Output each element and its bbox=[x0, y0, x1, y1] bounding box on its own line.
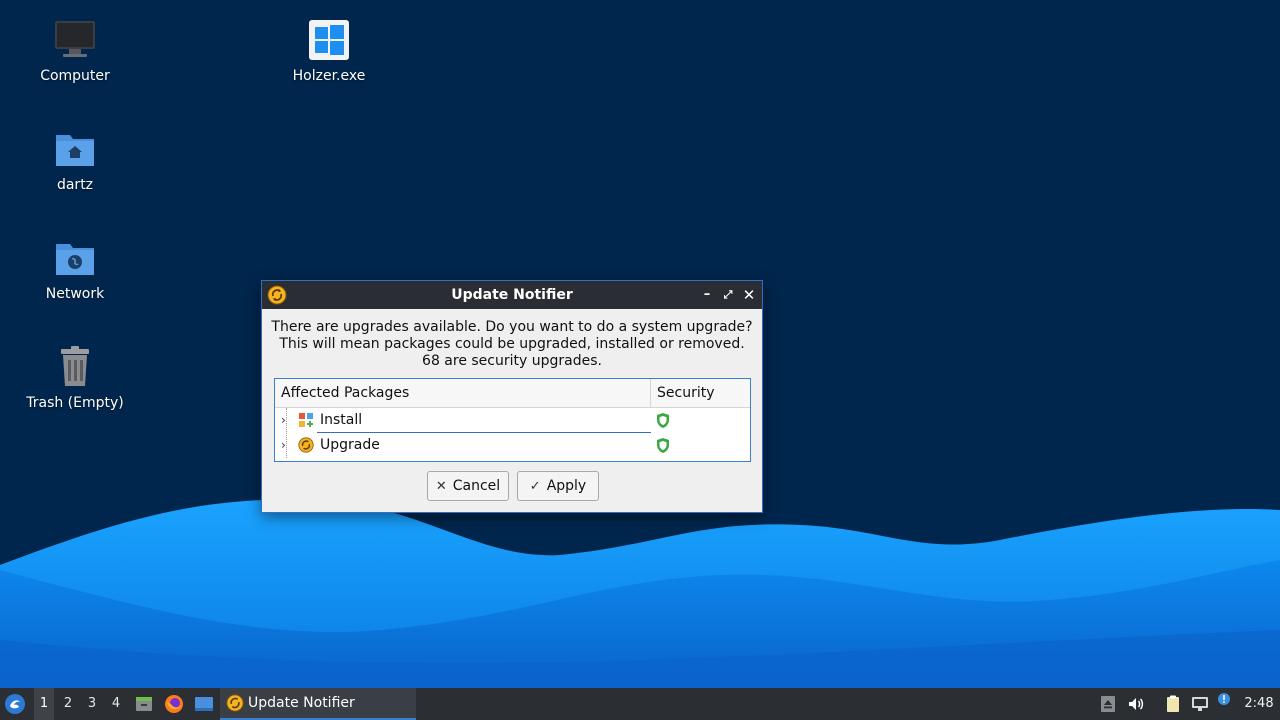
workspace-1[interactable]: 1 bbox=[34, 688, 54, 720]
cancel-button-label: Cancel bbox=[452, 478, 501, 494]
computer-icon bbox=[55, 21, 95, 57]
clock[interactable]: 2:48 bbox=[1240, 688, 1278, 720]
network-status-icon[interactable] bbox=[1190, 694, 1210, 714]
cancel-x-icon: ✕ bbox=[435, 479, 447, 494]
table-row-upgrade[interactable]: › Upgrade bbox=[275, 433, 750, 458]
dialog-title: Update Notifier bbox=[451, 287, 573, 303]
trash-icon bbox=[61, 346, 89, 386]
close-button[interactable]: ✕ bbox=[739, 285, 759, 305]
task-label: Update Notifier bbox=[248, 695, 355, 711]
windows-exe-icon bbox=[309, 20, 349, 60]
desktop-icon-label: Holzer.exe bbox=[292, 68, 366, 84]
update-notifier-icon bbox=[226, 694, 244, 712]
table-row-install[interactable]: › Install bbox=[275, 408, 750, 433]
update-available-icon[interactable] bbox=[1217, 692, 1231, 706]
security-shield-icon bbox=[657, 438, 669, 453]
taskbar: 1 2 3 4 Update Notifier 2:48 bbox=[0, 688, 1280, 720]
maximize-button[interactable]: ⤢ bbox=[718, 285, 738, 305]
show-desktop-icon[interactable] bbox=[194, 694, 214, 714]
update-notifier-dialog: Update Notifier – ⤢ ✕ There are upgrades… bbox=[261, 280, 763, 513]
package-group-name: Upgrade bbox=[320, 437, 380, 453]
cancel-button[interactable]: ✕ Cancel bbox=[427, 471, 509, 501]
desktop-icon-label: Trash (Empty) bbox=[26, 395, 124, 411]
expand-chevron-icon[interactable]: › bbox=[281, 413, 293, 427]
network-folder-icon bbox=[56, 244, 94, 275]
column-header-affected-packages[interactable]: Affected Packages bbox=[275, 379, 651, 407]
desktop-icon-label: Computer bbox=[40, 68, 110, 84]
taskbar-task-update-notifier[interactable]: Update Notifier bbox=[220, 688, 416, 720]
minimize-button[interactable]: – bbox=[697, 285, 717, 305]
apply-button-label: Apply bbox=[546, 478, 587, 494]
message-line: This will mean packages could be upgrade… bbox=[279, 336, 745, 352]
desktop-icon-trash[interactable]: Trash (Empty) bbox=[15, 345, 135, 411]
affected-packages-table[interactable]: Affected Packages Security › Install › U… bbox=[274, 378, 751, 462]
install-package-icon bbox=[299, 413, 313, 427]
message-line: 68 are security upgrades. bbox=[422, 353, 602, 369]
upgrade-message: There are upgrades available. Do you wan… bbox=[262, 319, 762, 370]
volume-icon[interactable] bbox=[1126, 694, 1146, 714]
desktop-icon-network[interactable]: Network bbox=[15, 236, 135, 302]
update-notifier-icon bbox=[267, 285, 287, 305]
checkmark-icon: ✓ bbox=[529, 479, 541, 494]
message-line: There are upgrades available. Do you wan… bbox=[271, 319, 753, 335]
upgrade-package-icon bbox=[298, 437, 314, 453]
workspace-4[interactable]: 4 bbox=[106, 688, 126, 720]
firefox-icon[interactable] bbox=[164, 694, 184, 714]
column-header-security[interactable]: Security bbox=[651, 379, 750, 407]
desktop-icon-holzer[interactable]: Holzer.exe bbox=[269, 18, 389, 84]
file-manager-icon[interactable] bbox=[134, 694, 154, 714]
home-folder-icon bbox=[56, 135, 94, 166]
workspace-3[interactable]: 3 bbox=[82, 688, 102, 720]
eject-icon[interactable] bbox=[1098, 694, 1118, 714]
package-group-name: Install bbox=[320, 412, 363, 428]
desktop-icon-label: dartz bbox=[56, 177, 94, 193]
desktop-icon-computer[interactable]: Computer bbox=[15, 18, 135, 84]
desktop-icon-home[interactable]: dartz bbox=[15, 127, 135, 193]
expand-chevron-icon[interactable]: › bbox=[281, 438, 293, 452]
workspace-2[interactable]: 2 bbox=[58, 688, 78, 720]
desktop-icon-label: Network bbox=[45, 286, 105, 302]
dialog-titlebar[interactable]: Update Notifier – ⤢ ✕ bbox=[262, 281, 762, 309]
apply-button[interactable]: ✓ Apply bbox=[517, 471, 599, 501]
security-shield-icon bbox=[657, 413, 669, 428]
start-menu-icon[interactable] bbox=[4, 693, 26, 715]
clipboard-icon[interactable] bbox=[1163, 694, 1183, 714]
table-header: Affected Packages Security bbox=[275, 379, 750, 408]
